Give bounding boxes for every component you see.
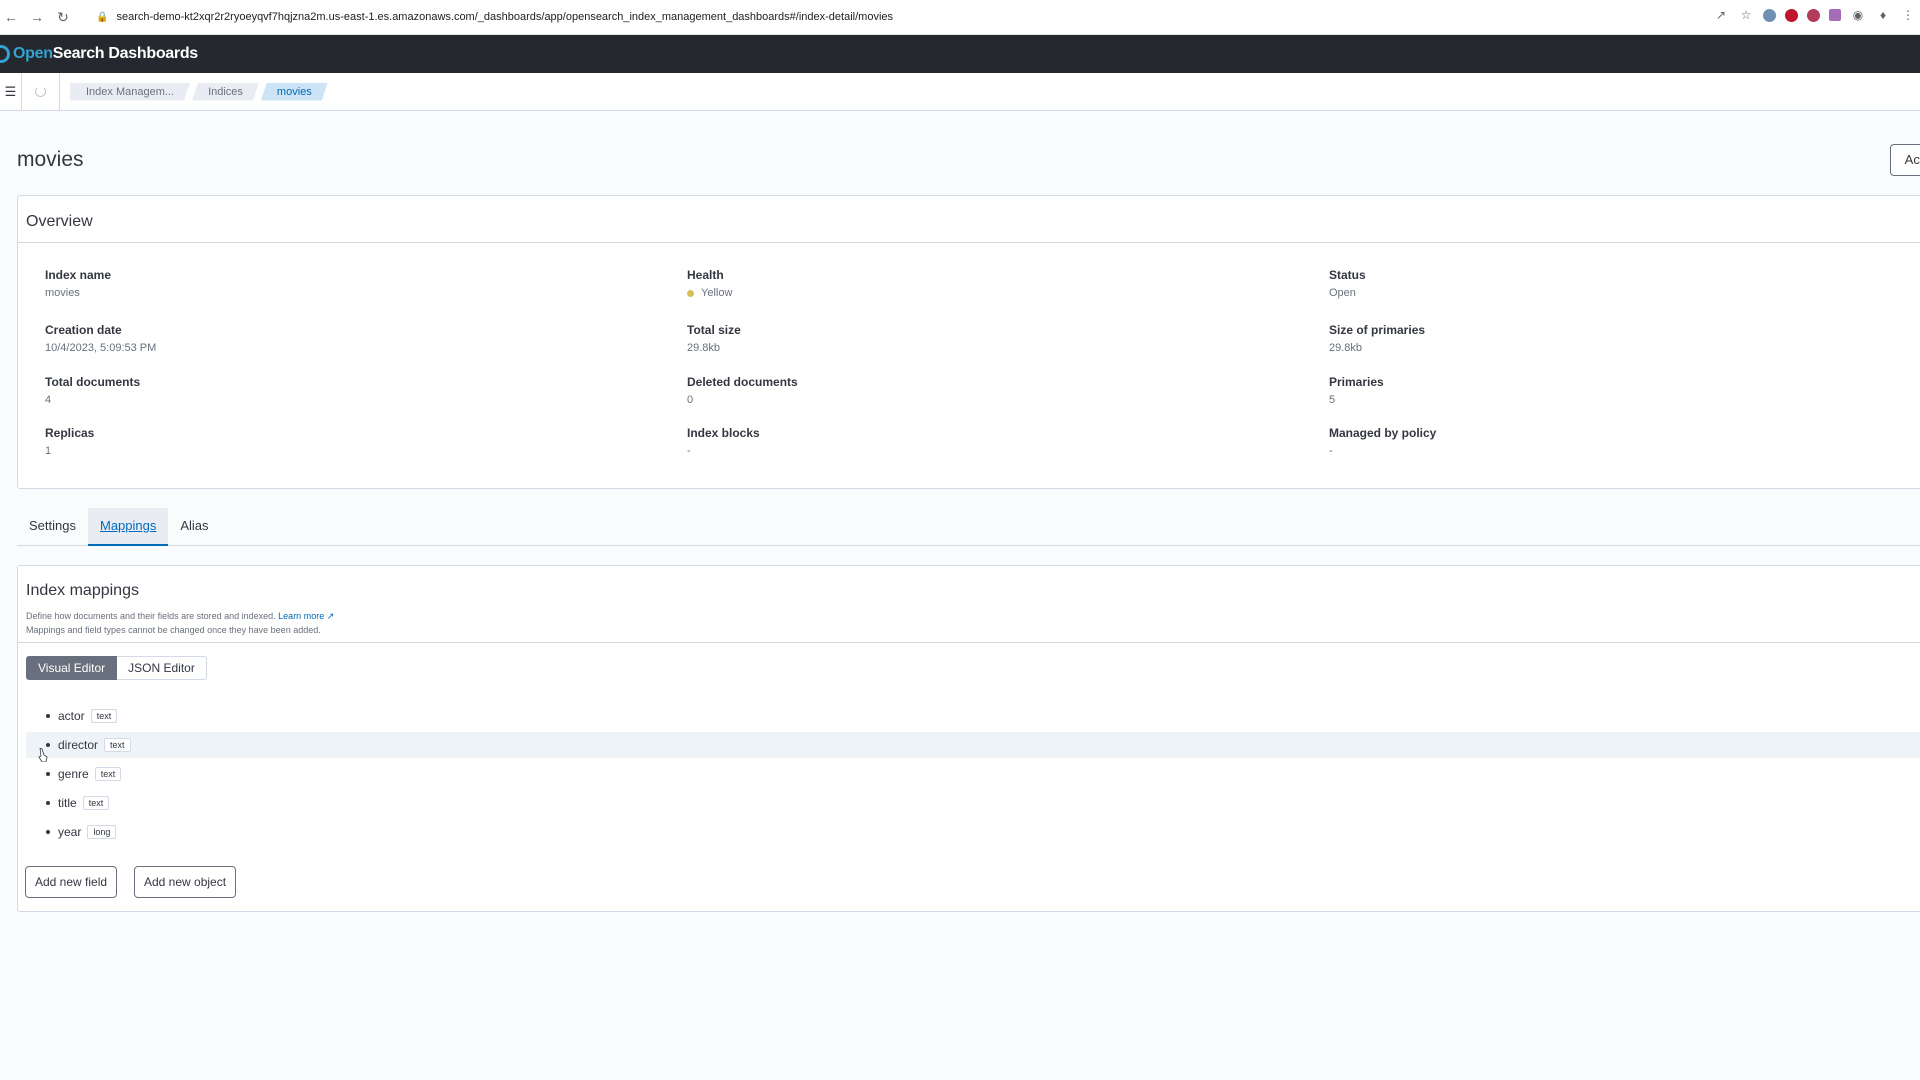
overview-managed-by-policy: Managed by policy - [1329,426,1437,457]
field-name: genre [58,767,89,781]
tab-settings[interactable]: Settings [17,508,88,546]
mappings-description: Define how documents and their fields ar… [26,611,335,635]
overview-panel: Overview Index name movies Health Yellow… [17,195,1920,489]
field-type-badge: long [87,825,117,839]
breadcrumb-movies[interactable]: movies [261,83,328,101]
index-mappings-panel: Index mappings Define how documents and … [17,565,1920,912]
list-item[interactable]: year long [26,819,1920,845]
puzzle-icon[interactable]: ♦ [1875,7,1891,23]
health-status-icon [687,289,694,297]
extension-icon[interactable] [1785,8,1798,22]
divider [18,642,1920,643]
overview-replicas: Replicas 1 [45,426,95,457]
extension-icon[interactable] [1829,9,1841,21]
hamburger-menu-icon[interactable]: ☰ [0,72,22,111]
bullet-icon [46,801,50,805]
overview-status: Status Open [1329,268,1366,299]
address-bar[interactable]: search-demo-kt2xqr2r2ryoeyqvf7hqjzna2m.u… [116,11,893,23]
bullet-icon [46,743,50,747]
breadcrumb-indices[interactable]: Indices [192,83,259,101]
overview-health: Health Yellow [687,268,733,299]
bullet-icon [46,830,50,834]
overview-total-size: Total size 29.8kb [687,323,741,354]
share-icon[interactable]: ↗ [1713,7,1729,23]
logo-icon [0,45,10,63]
overview-creation-date: Creation date 10/4/2023, 5:09:53 PM [45,323,157,354]
add-new-field-button[interactable]: Add new field [25,866,118,898]
opensearch-logo[interactable]: OpenSearch Dashboards [0,45,198,63]
tab-alias[interactable]: Alias [168,508,220,546]
list-item[interactable]: director text [26,732,1920,758]
menu-icon[interactable]: ⋮ [1900,7,1916,23]
mouse-cursor-icon [38,748,48,762]
overview-index-name: Index name movies [45,268,112,299]
list-item[interactable]: actor text [26,703,1920,729]
divider [18,242,1920,243]
overview-title: Overview [26,213,93,230]
field-name: actor [58,709,85,723]
tab-mappings[interactable]: Mappings [87,508,169,546]
field-type-badge: text [94,767,122,781]
json-editor-button[interactable]: JSON Editor [117,656,207,680]
list-item[interactable]: title text [26,790,1920,816]
lock-icon: 🔒 [96,11,109,23]
app-header: OpenSearch Dashboards [0,35,1920,73]
field-type-badge: text [90,709,118,723]
bookmark-star-icon[interactable]: ☆ [1738,7,1754,23]
forward-icon[interactable]: → [26,6,48,28]
overview-index-blocks: Index blocks - [687,426,760,457]
external-link-icon: ↗ [326,611,335,621]
browser-extensions: ↗ ☆ ◉ ♦ ⋮ [1713,7,1916,23]
overview-total-documents: Total documents 4 [45,375,141,406]
bullet-icon [46,772,50,776]
overview-primaries: Primaries 5 [1329,375,1384,406]
back-icon[interactable]: ← [0,6,22,28]
index-mappings-title: Index mappings [26,582,139,599]
field-type-badge: text [104,738,131,752]
breadcrumb-index-management[interactable]: Index Managem... [70,83,190,101]
extension-icon[interactable]: ◉ [1850,7,1866,23]
bullet-icon [46,714,50,718]
extension-icon[interactable] [1807,8,1820,22]
overview-deleted-documents: Deleted documents 0 [687,375,798,406]
learn-more-link[interactable]: Learn more ↗ [278,611,334,621]
visual-editor-button[interactable]: Visual Editor [26,656,118,680]
list-item[interactable]: genre text [26,761,1920,787]
editor-mode-toggle: Visual Editor JSON Editor [26,656,207,680]
extension-icon[interactable] [1763,8,1776,22]
index-detail-tabs: Settings Mappings Alias [17,508,1920,546]
actions-button[interactable]: Actions [1890,144,1920,176]
field-name: director [58,738,99,752]
browser-toolbar: ← → ↻ 🔒 search-demo-kt2xqr2r2ryoeyqvf7hq… [0,0,1920,35]
loading-spinner-icon [22,72,60,111]
field-name: year [58,825,82,839]
breadcrumb: Index Managem... Indices movies [70,83,328,101]
reload-icon[interactable]: ↻ [52,6,74,28]
page-title: movies [17,148,84,171]
overview-size-of-primaries: Size of primaries 29.8kb [1329,323,1426,354]
field-name: title [58,796,77,810]
add-new-object-button[interactable]: Add new object [134,866,237,898]
breadcrumb-bar: ☰ Index Managem... Indices movies [0,72,1920,111]
field-type-badge: text [82,796,110,810]
